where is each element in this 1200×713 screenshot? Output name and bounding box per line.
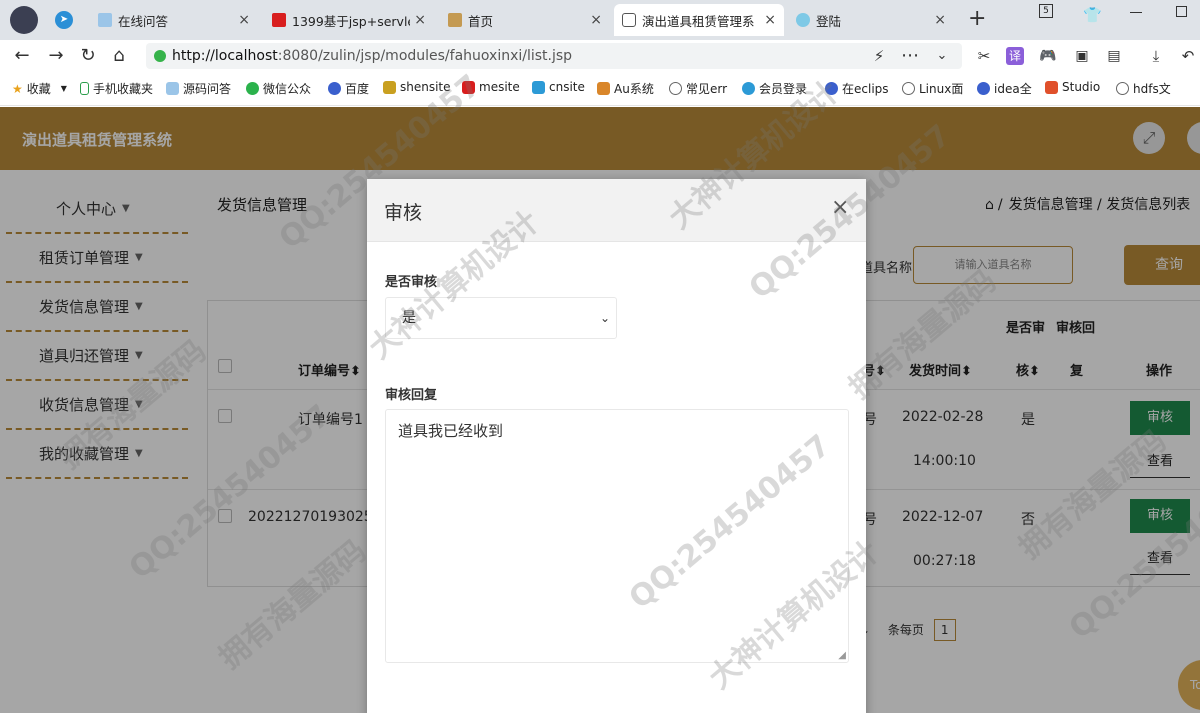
- bookmark-item[interactable]: Linux面: [902, 80, 963, 97]
- dialog-title: 审核: [384, 202, 423, 224]
- audit-value: 是: [402, 310, 416, 326]
- close-icon[interactable]: ×: [764, 12, 776, 28]
- bookmark-item[interactable]: Studio: [1045, 80, 1100, 94]
- telegram-icon[interactable]: ➤: [55, 11, 73, 29]
- bookmark-item[interactable]: 源码问答: [166, 80, 231, 97]
- site-icon: [272, 13, 286, 27]
- wechat-icon: [246, 82, 259, 95]
- tab-zaixianwenda[interactable]: 在线问答 ×: [90, 4, 258, 36]
- reply-text: 道具我已经收到: [398, 422, 504, 440]
- close-icon[interactable]: ×: [934, 12, 946, 28]
- reload-icon[interactable]: ↻: [76, 44, 100, 68]
- address-bar[interactable]: http://localhost:8080/zulin/jsp/modules/…: [146, 43, 962, 69]
- audit-label: 是否审核: [385, 275, 438, 290]
- site-icon: [98, 13, 112, 27]
- close-icon[interactable]: ×: [590, 12, 602, 28]
- phone-icon: [80, 82, 89, 95]
- tab-project[interactable]: 1399基于jsp+servle ×: [264, 4, 434, 36]
- tab-title: 在线问答: [118, 13, 169, 29]
- tab-home[interactable]: 首页 ×: [440, 4, 610, 36]
- more-icon[interactable]: ⋯: [898, 44, 922, 68]
- tab-title: 演出道具租赁管理系: [642, 13, 755, 29]
- site-icon: [597, 82, 610, 95]
- tab-count-badge[interactable]: 5: [1039, 4, 1053, 18]
- new-tab-button[interactable]: +: [968, 6, 986, 31]
- globe-icon: [669, 82, 682, 95]
- bookmarks-bar: ★ 收藏 ▼ 手机收藏夹 源码问答 微信公众 百度 shensite mesite …: [0, 72, 1200, 106]
- undo-icon[interactable]: ↶: [1176, 44, 1200, 68]
- audit-select[interactable]: 是 ⌄: [385, 297, 617, 339]
- baidu-icon: [328, 82, 341, 95]
- chevron-down-icon: ⌄: [599, 311, 610, 325]
- download-icon[interactable]: ⤓: [1144, 44, 1168, 68]
- close-icon[interactable]: ×: [831, 195, 849, 220]
- star-icon: ★: [12, 81, 23, 96]
- scissors-icon[interactable]: ✂: [972, 44, 996, 68]
- secure-icon: [154, 50, 166, 62]
- tab-active-zulin[interactable]: 演出道具租赁管理系 ×: [614, 4, 784, 36]
- bookmark-item[interactable]: ★ 收藏 ▼: [12, 80, 67, 97]
- shield-icon: [622, 13, 636, 27]
- bookmark-item[interactable]: 微信公众: [246, 80, 311, 97]
- browser-tab-strip: ➤ 在线问答 × 1399基于jsp+servle × 首页 × 演出道具租赁管…: [0, 0, 1200, 40]
- site-icon: [1045, 80, 1058, 94]
- bookmark-item[interactable]: Au系统: [597, 80, 654, 97]
- bookmark-item[interactable]: 在eclips: [825, 80, 889, 97]
- caret-icon: ▼: [60, 84, 67, 93]
- baidu-icon: [825, 82, 838, 95]
- bookmark-item[interactable]: hdfs文: [1116, 80, 1171, 97]
- site-icon: [166, 82, 179, 95]
- site-icon: [532, 80, 545, 94]
- browser-navbar: ← → ↻ ⌂ http://localhost:8080/zulin/jsp/…: [0, 40, 1200, 72]
- site-icon: [796, 13, 810, 27]
- dialog-header: 审核 ×: [367, 179, 866, 242]
- url-host: http://localhost: [172, 48, 278, 64]
- tab-title: 登陆: [816, 13, 842, 29]
- bookmark-item[interactable]: 会员登录: [742, 80, 807, 97]
- image-icon: [448, 13, 462, 27]
- shirt-icon[interactable]: 👕: [1083, 6, 1102, 24]
- page-viewport: 演出道具租赁管理系统 ⤢ 个人中心 ▼ 租赁订单管理 ▼ 发货信息管理 ▼ 道具归还管…: [0, 107, 1200, 713]
- close-icon[interactable]: ×: [414, 12, 426, 28]
- back-icon[interactable]: ←: [10, 44, 34, 68]
- game-icon[interactable]: 🎮: [1036, 44, 1060, 68]
- bookmark-item[interactable]: 手机收藏夹: [80, 80, 153, 97]
- audit-dialog: 审核 × 是否审核 是 ⌄ 审核回复 道具我已经收到 ◢: [367, 179, 866, 713]
- bookmark-item[interactable]: 百度: [328, 80, 369, 97]
- baidu-icon: [977, 82, 990, 95]
- chevron-down-icon[interactable]: ⌄: [930, 44, 954, 68]
- profile-avatar[interactable]: [10, 6, 38, 34]
- restore-icon[interactable]: [1176, 6, 1187, 17]
- cloud-icon: [742, 82, 755, 95]
- tab-title: 1399基于jsp+servle: [292, 13, 410, 29]
- bookmark-item[interactable]: idea全: [977, 80, 1032, 97]
- close-icon[interactable]: ×: [238, 12, 250, 28]
- url-path: :8080/zulin/jsp/modules/fahuoxinxi/list.…: [277, 48, 573, 64]
- lightning-icon[interactable]: ⚡: [867, 44, 891, 68]
- globe-icon: [902, 82, 915, 95]
- globe-icon: [1116, 82, 1129, 95]
- forward-icon[interactable]: →: [44, 44, 68, 68]
- reply-label: 审核回复: [385, 388, 438, 403]
- extension-icon[interactable]: ▣: [1070, 44, 1094, 68]
- bookmark-item[interactable]: 常见err: [669, 80, 727, 97]
- bookmark-item[interactable]: shensite: [383, 80, 451, 94]
- home-icon[interactable]: ⌂: [107, 44, 131, 68]
- tab-title: 首页: [468, 13, 494, 29]
- minimize-icon[interactable]: [1130, 12, 1142, 13]
- wallet-icon[interactable]: ▤: [1102, 44, 1126, 68]
- bookmark-item[interactable]: mesite: [462, 80, 520, 94]
- translate-icon[interactable]: 译: [1006, 47, 1024, 65]
- resize-handle-icon[interactable]: ◢: [838, 650, 846, 661]
- tab-login[interactable]: 登陆 ×: [788, 4, 954, 36]
- site-icon: [383, 80, 396, 94]
- bookmark-item[interactable]: cnsite: [532, 80, 585, 94]
- reply-textarea[interactable]: 道具我已经收到 ◢: [385, 409, 849, 663]
- site-icon: [462, 80, 475, 94]
